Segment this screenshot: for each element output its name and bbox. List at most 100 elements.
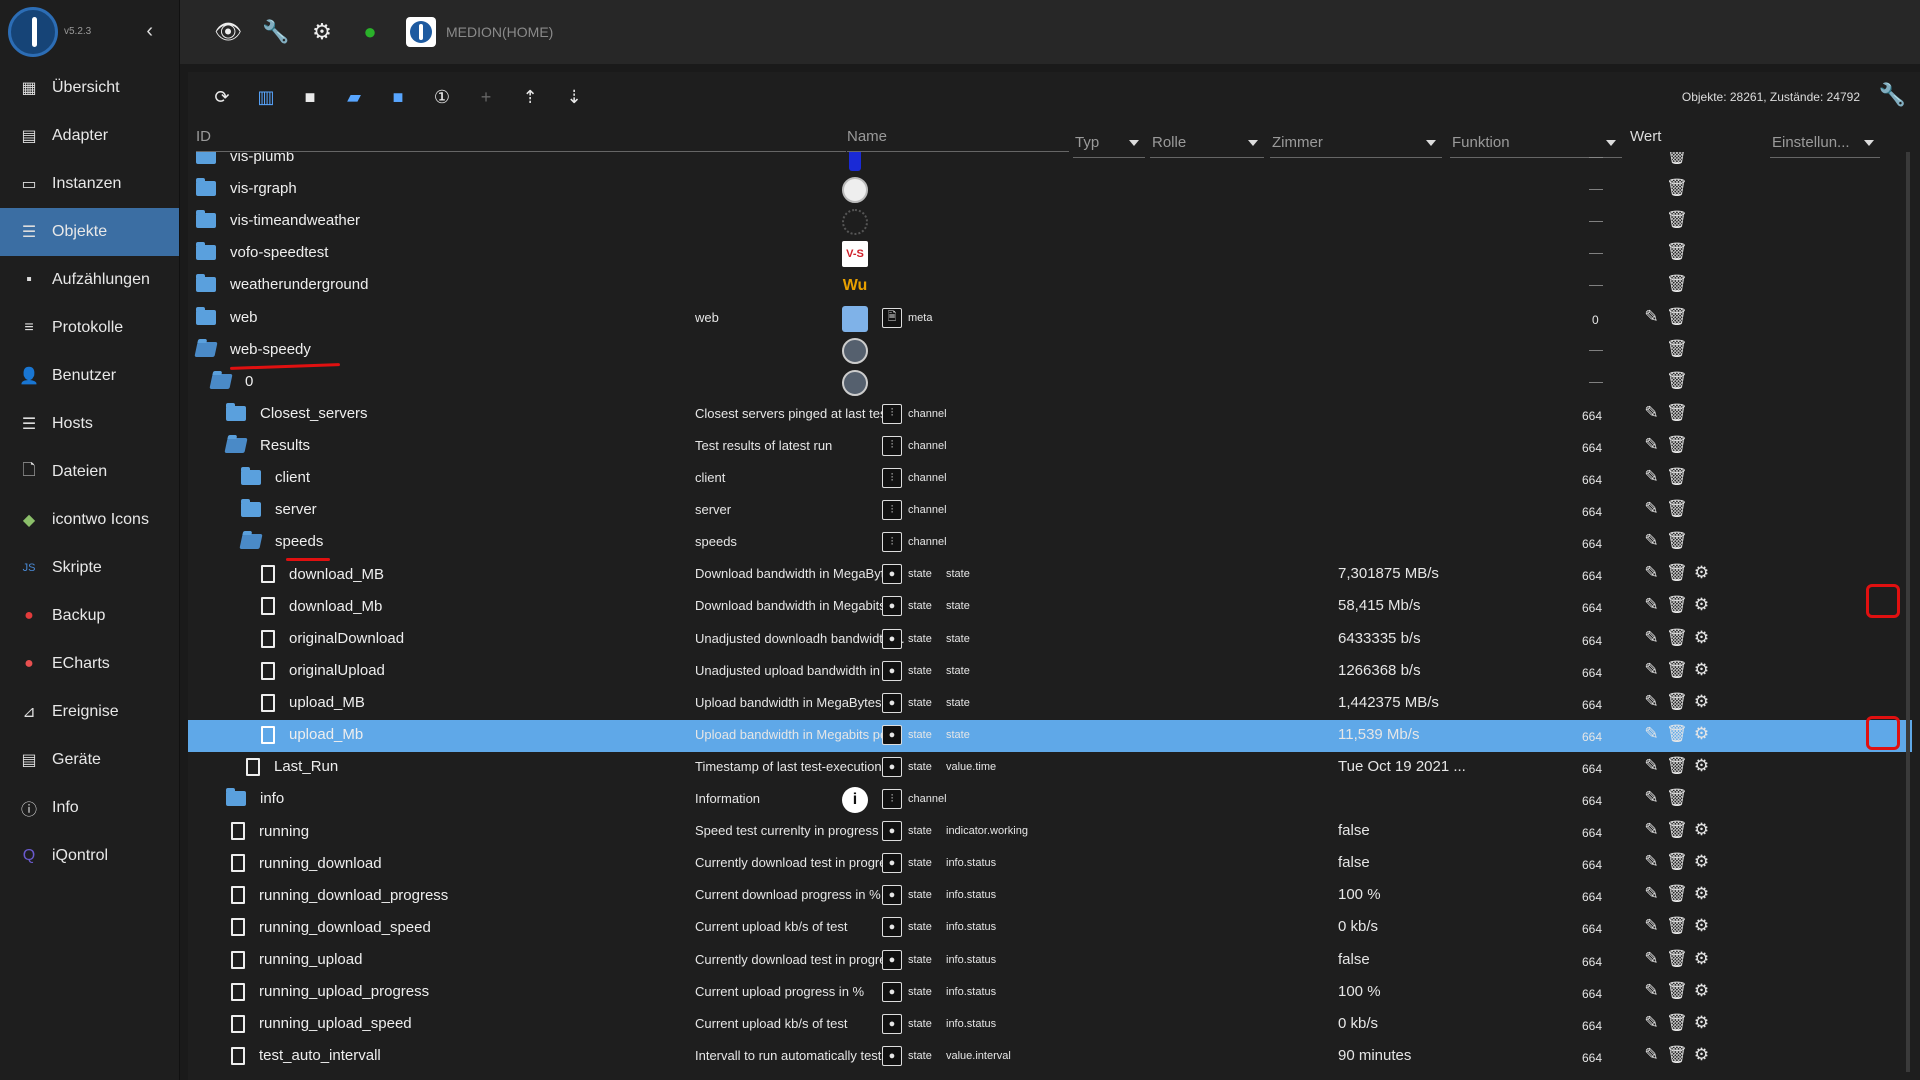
edit-icon[interactable]: ✎ <box>1641 724 1662 744</box>
row-id-cell[interactable]: running_download_speed <box>231 918 431 937</box>
row-id-cell[interactable]: running_download_progress <box>231 886 448 905</box>
folder-open-icon[interactable] <box>209 373 233 389</box>
host-selector[interactable]: MEDION(HOME) <box>406 17 553 47</box>
file-icon[interactable] <box>261 597 275 616</box>
row-id-cell[interactable]: Last_Run <box>246 757 338 776</box>
folder-icon[interactable] <box>196 242 216 261</box>
object-value[interactable]: 0 kb/s <box>1338 918 1378 935</box>
object-value[interactable]: 90 minutes <box>1338 1047 1411 1064</box>
gear-icon[interactable]: ⚙ <box>310 19 334 45</box>
edit-icon[interactable]: ✎ <box>1641 756 1662 776</box>
file-icon[interactable] <box>231 822 245 841</box>
row-id-cell[interactable]: server <box>241 499 317 518</box>
sidebar-item-adapter[interactable]: ▤ Adapter <box>0 112 179 160</box>
delete-icon[interactable]: 🗑 <box>1666 531 1688 551</box>
custom-settings-gear-icon[interactable]: ⚙ <box>1691 628 1712 648</box>
folder-icon[interactable] <box>196 274 216 293</box>
file-icon[interactable] <box>261 725 275 744</box>
edit-icon[interactable]: ✎ <box>1641 916 1662 936</box>
sidebar-item-backup[interactable]: ● Backup <box>0 592 179 640</box>
delete-icon[interactable]: 🗑 <box>1666 595 1688 615</box>
folder-icon[interactable] <box>196 152 216 164</box>
object-value[interactable]: 6433335 b/s <box>1338 630 1421 647</box>
row-id-cell[interactable]: vis-rgraph <box>196 178 297 197</box>
sidebar-item-skripte[interactable]: JS Skripte <box>0 544 179 592</box>
custom-settings-gear-icon[interactable]: ⚙ <box>1691 692 1712 712</box>
table-row[interactable]: Results Test results of latest run ⫶ channe… <box>188 431 1912 463</box>
folder-icon[interactable] <box>196 210 216 229</box>
row-id-cell[interactable]: client <box>241 467 310 486</box>
table-row[interactable]: Last_Run Timestamp of last test-execution… <box>188 752 1912 784</box>
sidebar-item-echarts[interactable]: ● ECharts <box>0 640 179 688</box>
folder-icon[interactable] <box>226 402 246 421</box>
custom-settings-gear-icon[interactable]: ⚙ <box>1691 852 1712 872</box>
file-icon[interactable] <box>246 757 260 776</box>
delete-icon[interactable]: 🗑 <box>1666 467 1688 487</box>
custom-settings-gear-icon[interactable]: ⚙ <box>1691 563 1712 583</box>
custom-settings-gear-icon[interactable]: ⚙ <box>1691 949 1712 969</box>
folder-open-icon[interactable] <box>194 341 218 357</box>
delete-icon[interactable]: 🗑 <box>1666 820 1688 840</box>
row-id-cell[interactable]: info <box>226 788 284 807</box>
folder-icon[interactable] <box>241 499 261 518</box>
delete-icon[interactable]: 🗑 <box>1666 274 1688 294</box>
folder-open-icon[interactable] <box>239 534 263 550</box>
object-value[interactable]: 0 kb/s <box>1338 1015 1378 1032</box>
upload-icon[interactable]: ⇡ <box>508 79 552 115</box>
object-value[interactable]: 58,415 Mb/s <box>1338 597 1421 614</box>
table-row[interactable]: running Speed test currenlty in progress … <box>188 816 1912 848</box>
row-id-cell[interactable]: running_upload_speed <box>231 1014 412 1033</box>
settings-wrench-icon[interactable]: 🔧 <box>1879 82 1906 108</box>
table-row[interactable]: client client ⫶ channel 664 ✎ 🗑 <box>188 463 1912 495</box>
edit-icon[interactable]: ✎ <box>1641 307 1662 327</box>
edit-icon[interactable]: ✎ <box>1641 595 1662 615</box>
expert-mode-head-icon[interactable]: ● <box>358 19 382 45</box>
edit-icon[interactable]: ✎ <box>1641 563 1662 583</box>
edit-icon[interactable]: ✎ <box>1641 660 1662 680</box>
delete-icon[interactable]: 🗑 <box>1666 1013 1688 1033</box>
table-row[interactable]: vis-plumb — 🗑 <box>188 152 1912 174</box>
folder-icon[interactable] <box>241 467 261 485</box>
expand-level-icon[interactable]: ① <box>420 79 464 115</box>
object-value[interactable]: 1266368 b/s <box>1338 662 1421 679</box>
custom-settings-gear-icon[interactable]: ⚙ <box>1691 884 1712 904</box>
edit-icon[interactable]: ✎ <box>1641 1045 1662 1065</box>
edit-icon[interactable]: ✎ <box>1641 981 1662 1001</box>
table-row[interactable]: test_auto_intervall Intervall to run auto… <box>188 1041 1912 1073</box>
edit-icon[interactable]: ✎ <box>1641 820 1662 840</box>
table-row[interactable]: upload_Mb Upload bandwidth in Megabits pe… <box>188 719 1912 752</box>
object-value[interactable]: 1,442375 MB/s <box>1338 694 1439 711</box>
row-id-cell[interactable]: web-speedy <box>194 341 311 358</box>
delete-icon[interactable]: 🗑 <box>1666 499 1688 519</box>
table-row[interactable]: upload_MB Upload bandwidth in MegaBytes p… <box>188 688 1912 720</box>
row-id-cell[interactable]: Closest_servers <box>226 402 368 422</box>
table-row[interactable]: vis-rgraph — 🗑 <box>188 174 1912 206</box>
edit-icon[interactable]: ✎ <box>1641 467 1662 487</box>
delete-icon[interactable]: 🗑 <box>1666 660 1688 680</box>
expand-folders-icon[interactable]: ▰ <box>332 79 376 115</box>
eye-icon[interactable]: 👁 <box>214 19 242 45</box>
table-row[interactable]: running_download Currently download test … <box>188 848 1912 880</box>
edit-icon[interactable]: ✎ <box>1641 788 1662 808</box>
delete-icon[interactable]: 🗑 <box>1666 692 1688 712</box>
edit-icon[interactable]: ✎ <box>1641 435 1662 455</box>
delete-icon[interactable]: 🗑 <box>1666 152 1688 166</box>
delete-icon[interactable]: 🗑 <box>1666 788 1688 808</box>
file-icon[interactable] <box>231 886 245 905</box>
delete-icon[interactable]: 🗑 <box>1666 1045 1688 1065</box>
delete-icon[interactable]: 🗑 <box>1666 884 1688 904</box>
custom-settings-gear-icon[interactable]: ⚙ <box>1691 660 1712 680</box>
object-value[interactable]: false <box>1338 822 1370 839</box>
sidebar-item-info[interactable]: ⓘ Info <box>0 784 179 832</box>
collapse-folders-icon[interactable]: ■ <box>376 79 420 115</box>
delete-icon[interactable]: 🗑 <box>1666 435 1688 455</box>
table-row[interactable]: download_MB Download bandwidth in MegaByt… <box>188 559 1912 591</box>
custom-settings-gear-icon[interactable]: ⚙ <box>1691 1013 1712 1033</box>
sidebar-item-ereignise[interactable]: ⊿ Ereignise <box>0 688 179 736</box>
file-icon[interactable] <box>231 1046 245 1065</box>
table-row[interactable]: download_Mb Download bandwidth in Megabit… <box>188 591 1912 623</box>
file-icon[interactable] <box>231 1014 245 1033</box>
column-name[interactable]: Name <box>847 124 1069 152</box>
row-id-cell[interactable]: vis-timeandweather <box>196 210 360 229</box>
table-row[interactable]: running_upload_speed Current upload kb/s … <box>188 1009 1912 1041</box>
